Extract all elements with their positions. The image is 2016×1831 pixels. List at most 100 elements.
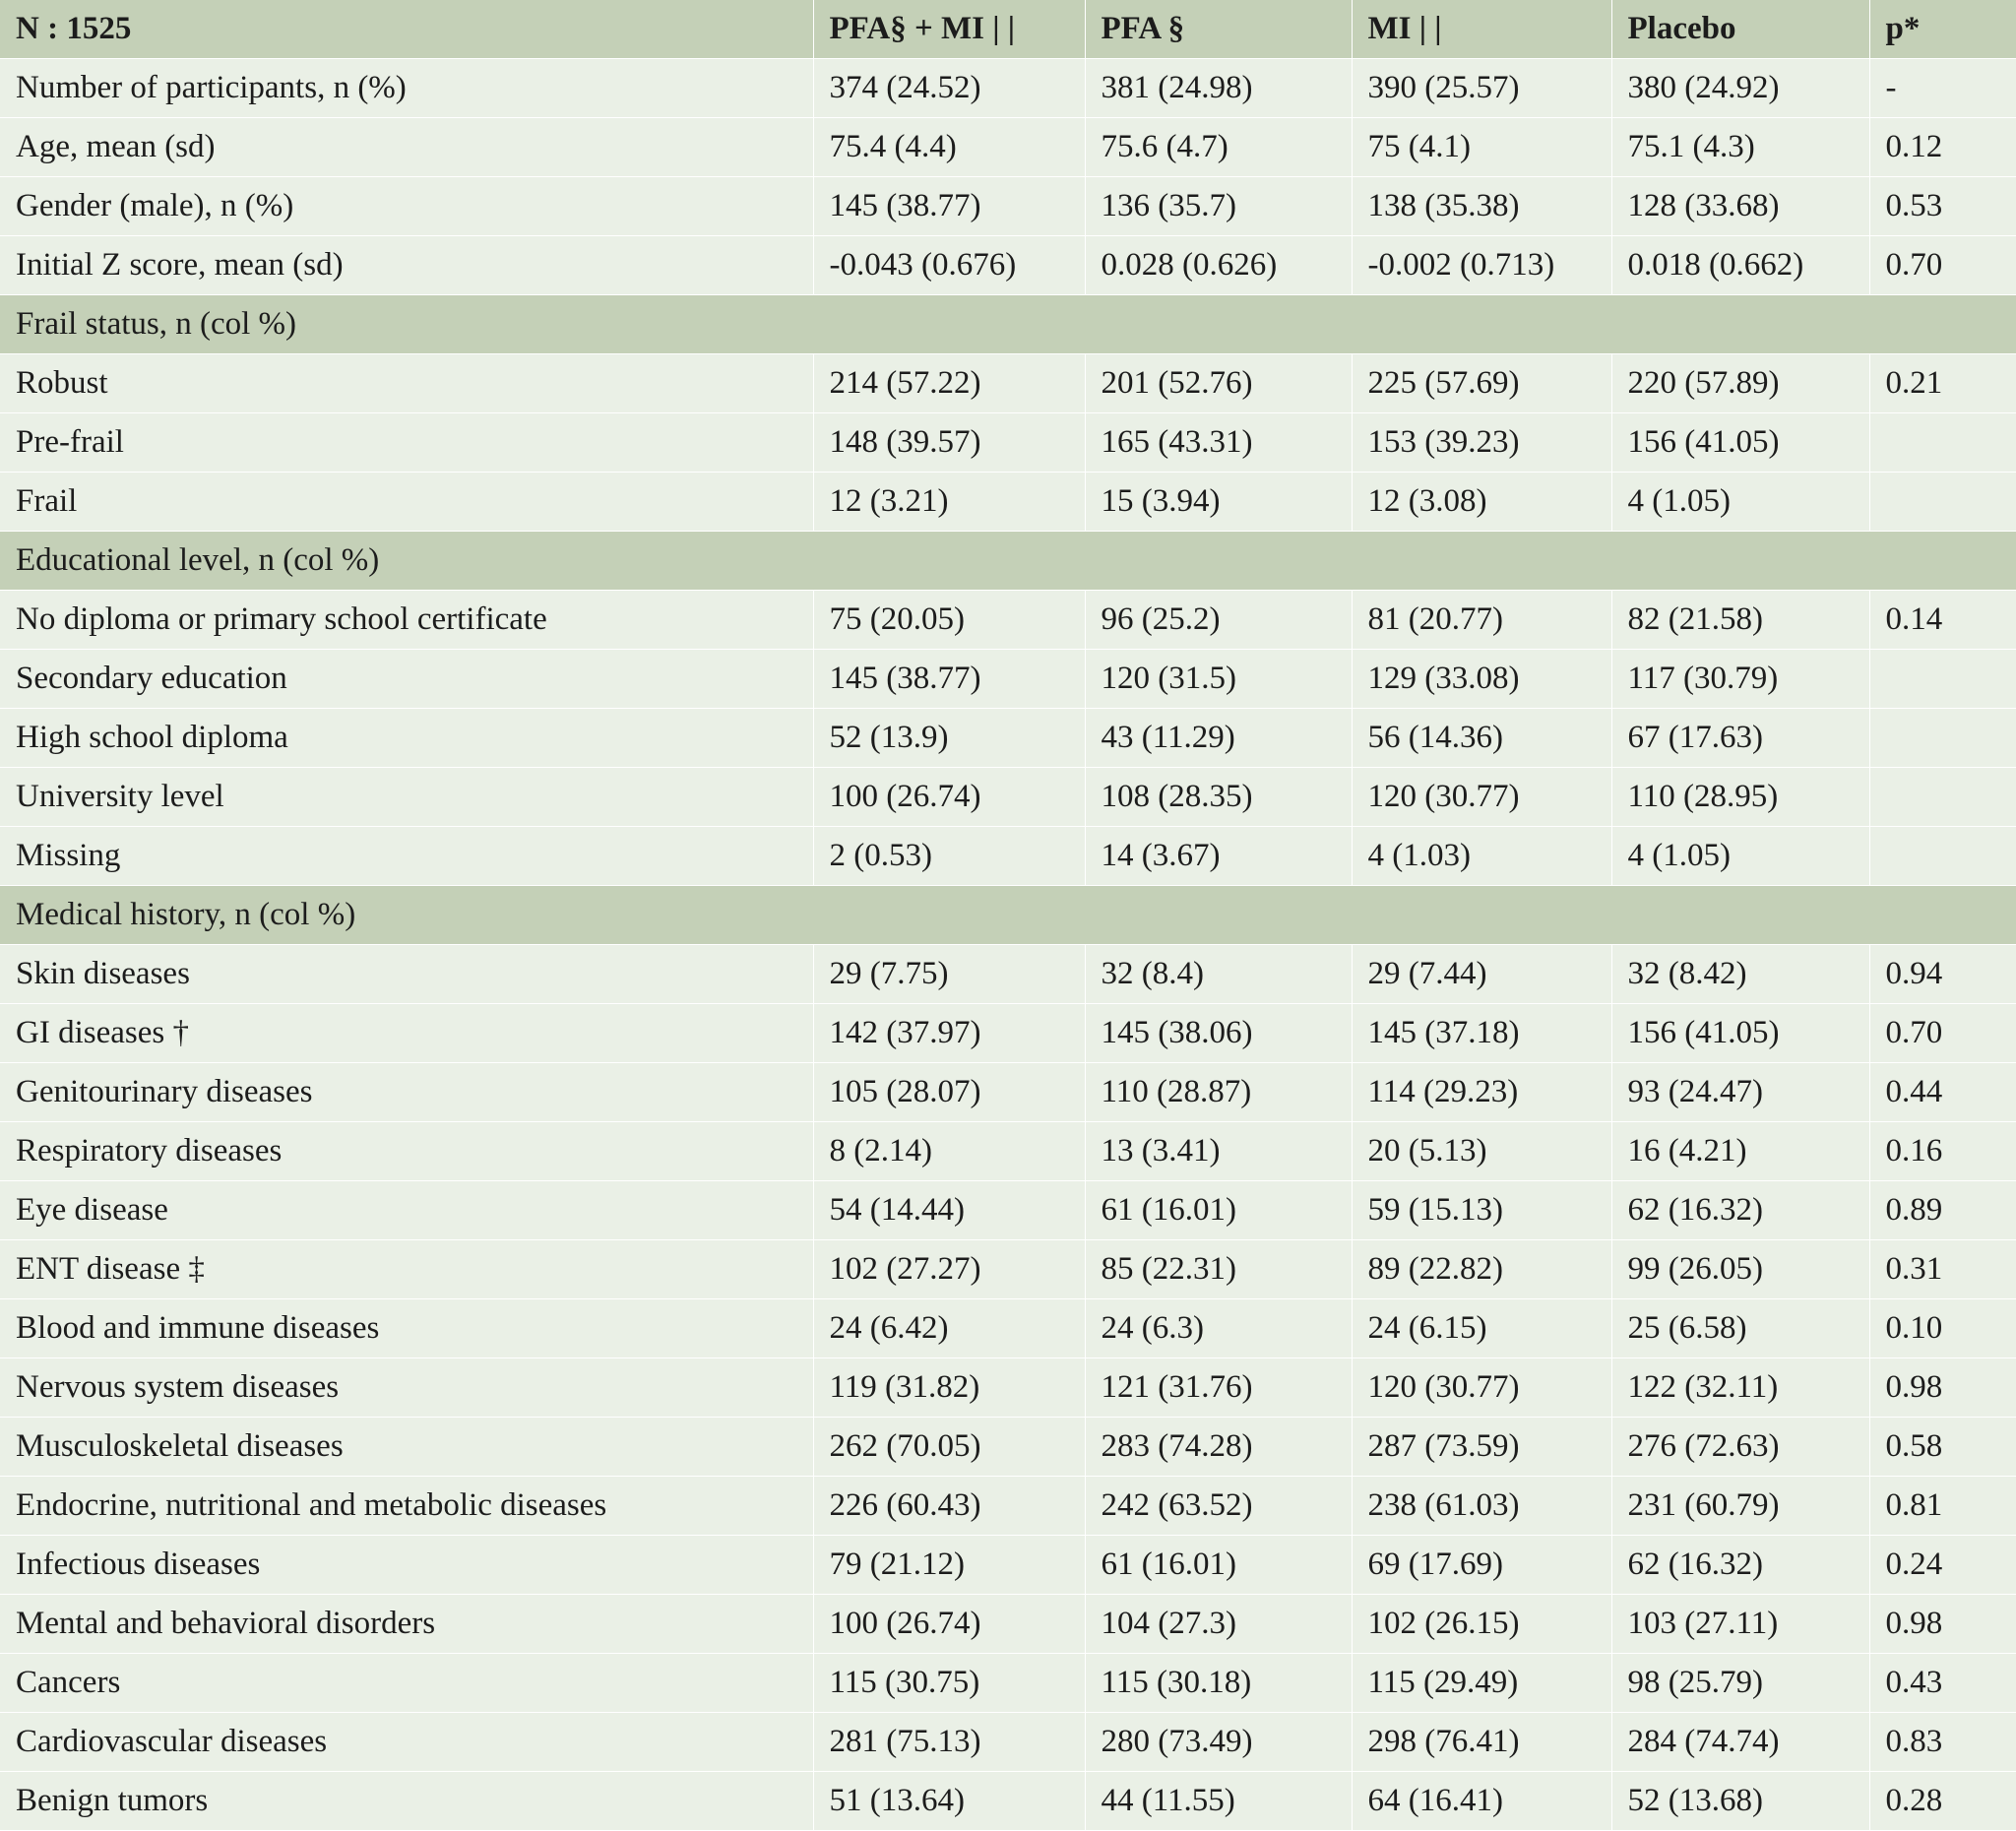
table-row: Musculoskeletal diseases 262 (70.05) 283 (… — [0, 1417, 2016, 1477]
table-row: Cardiovascular diseases 281 (75.13) 280 (7… — [0, 1712, 2016, 1772]
table-cell: 283 (74.28) — [1085, 1417, 1353, 1477]
table-cell: 156 (41.05) — [1611, 412, 1870, 473]
table-cell: 0.31 — [1869, 1239, 2016, 1299]
table-row: Mental and behavioral disorders 100 (26.7… — [0, 1594, 2016, 1654]
table-cell: 0.98 — [1869, 1357, 2016, 1418]
table-cell: 32 (8.42) — [1611, 944, 1870, 1004]
table-cell: 29 (7.44) — [1352, 944, 1612, 1004]
table-cell: 81 (20.77) — [1352, 590, 1612, 650]
table-cell: 24 (6.15) — [1352, 1298, 1612, 1358]
table-cell — [1869, 708, 2016, 768]
table-cell: 201 (52.76) — [1085, 353, 1353, 413]
table-row: Age, mean (sd) 75.4 (4.4) 75.6 (4.7) 75 (4.… — [0, 117, 2016, 177]
table-cell: 390 (25.57) — [1352, 58, 1612, 118]
table-cell: 93 (24.47) — [1611, 1062, 1870, 1122]
table-row: Benign tumors 51 (13.64) 44 (11.55) 64 (16.… — [0, 1771, 2016, 1831]
section-label: Educational level, n (col %) — [0, 531, 2016, 591]
table-cell: 12 (3.08) — [1352, 472, 1612, 532]
table-cell: 79 (21.12) — [813, 1535, 1086, 1595]
table-cell: 44 (11.55) — [1085, 1771, 1353, 1831]
table-cell: 0.14 — [1869, 590, 2016, 650]
table-cell: 20 (5.13) — [1352, 1121, 1612, 1181]
table-row: Secondary education 145 (38.77) 120 (31.5)… — [0, 649, 2016, 709]
table-cell: 108 (28.35) — [1085, 767, 1353, 827]
row-label-cell: Benign tumors — [0, 1771, 814, 1831]
table-cell: 96 (25.2) — [1085, 590, 1353, 650]
table-cell: 82 (21.58) — [1611, 590, 1870, 650]
table-cell: 0.53 — [1869, 176, 2016, 236]
table-cell — [1869, 649, 2016, 709]
table-cell: 145 (38.06) — [1085, 1003, 1353, 1063]
table-cell: 0.89 — [1869, 1180, 2016, 1240]
table-cell: 142 (37.97) — [813, 1003, 1086, 1063]
table-cell: 13 (3.41) — [1085, 1121, 1353, 1181]
table-cell: 115 (29.49) — [1352, 1653, 1612, 1713]
table-row: Nervous system diseases 119 (31.82) 121 (3… — [0, 1357, 2016, 1418]
table-row: No diploma or primary school certificate… — [0, 590, 2016, 650]
table-cell: 61 (16.01) — [1085, 1180, 1353, 1240]
row-label-cell: No diploma or primary school certificate — [0, 590, 814, 650]
table-cell — [1869, 412, 2016, 473]
table-cell: 120 (30.77) — [1352, 1357, 1612, 1418]
header-cell: PFA § — [1085, 0, 1353, 59]
row-label-cell: ENT disease ‡ — [0, 1239, 814, 1299]
table-row: Infectious diseases 79 (21.12) 61 (16.01) 6… — [0, 1535, 2016, 1595]
table-cell: 102 (26.15) — [1352, 1594, 1612, 1654]
table-cell: 85 (22.31) — [1085, 1239, 1353, 1299]
row-label-cell: Nervous system diseases — [0, 1357, 814, 1418]
table-cell: 231 (60.79) — [1611, 1476, 1870, 1536]
table-cell: 145 (37.18) — [1352, 1003, 1612, 1063]
table-row: Blood and immune diseases 24 (6.42) 24 (6.… — [0, 1298, 2016, 1358]
header-cell: p* — [1869, 0, 2016, 59]
table-row: University level 100 (26.74) 108 (28.35) 12… — [0, 767, 2016, 827]
table-cell: 114 (29.23) — [1352, 1062, 1612, 1122]
table-cell: 0.81 — [1869, 1476, 2016, 1536]
table-cell: 16 (4.21) — [1611, 1121, 1870, 1181]
header-cell: Placebo — [1611, 0, 1870, 59]
table-row: Eye disease 54 (14.44) 61 (16.01) 59 (15.13… — [0, 1180, 2016, 1240]
table-cell: 138 (35.38) — [1352, 176, 1612, 236]
table-cell: 117 (30.79) — [1611, 649, 1870, 709]
table-cell: -0.043 (0.676) — [813, 235, 1086, 295]
table-cell: 62 (16.32) — [1611, 1180, 1870, 1240]
table-row: Pre-frail 148 (39.57) 165 (43.31) 153 (39.2… — [0, 412, 2016, 473]
table-cell: 0.28 — [1869, 1771, 2016, 1831]
row-label-cell: Respiratory diseases — [0, 1121, 814, 1181]
table-row: Cancers 115 (30.75) 115 (30.18) 115 (29.49)… — [0, 1653, 2016, 1713]
row-label-cell: Missing — [0, 826, 814, 886]
table-cell: 0.58 — [1869, 1417, 2016, 1477]
table-cell: 281 (75.13) — [813, 1712, 1086, 1772]
table-cell: 238 (61.03) — [1352, 1476, 1612, 1536]
table-cell: 0.028 (0.626) — [1085, 235, 1353, 295]
table-cell: 287 (73.59) — [1352, 1417, 1612, 1477]
table-cell: 381 (24.98) — [1085, 58, 1353, 118]
table-cell: 129 (33.08) — [1352, 649, 1612, 709]
table-row: Number of participants, n (%) 374 (24.52)… — [0, 58, 2016, 118]
table-cell: 0.94 — [1869, 944, 2016, 1004]
table-cell — [1869, 826, 2016, 886]
table-cell: 276 (72.63) — [1611, 1417, 1870, 1477]
table-cell: 298 (76.41) — [1352, 1712, 1612, 1772]
table-cell: 136 (35.7) — [1085, 176, 1353, 236]
table-row: GI diseases † 142 (37.97) 145 (38.06) 145 (… — [0, 1003, 2016, 1063]
baseline-characteristics-table: N : 1525 PFA§ + MI | | PFA § MI | | Plac… — [0, 0, 2016, 1831]
table-cell: 100 (26.74) — [813, 767, 1086, 827]
table-cell: 0.21 — [1869, 353, 2016, 413]
table-cell: 145 (38.77) — [813, 649, 1086, 709]
table-row: Robust 214 (57.22) 201 (52.76) 225 (57.69) 2… — [0, 353, 2016, 413]
table-cell: 75.1 (4.3) — [1611, 117, 1870, 177]
table-cell — [1869, 472, 2016, 532]
row-label-cell: Mental and behavioral disorders — [0, 1594, 814, 1654]
table-cell: 62 (16.32) — [1611, 1535, 1870, 1595]
row-label-cell: Age, mean (sd) — [0, 117, 814, 177]
table-cell: 374 (24.52) — [813, 58, 1086, 118]
table-cell: 119 (31.82) — [813, 1357, 1086, 1418]
row-label-cell: Cardiovascular diseases — [0, 1712, 814, 1772]
table-cell: 61 (16.01) — [1085, 1535, 1353, 1595]
table-cell: 98 (25.79) — [1611, 1653, 1870, 1713]
table-cell: 226 (60.43) — [813, 1476, 1086, 1536]
header-cell: MI | | — [1352, 0, 1612, 59]
table-cell: 8 (2.14) — [813, 1121, 1086, 1181]
section-label: Frail status, n (col %) — [0, 294, 2016, 354]
table-cell: 165 (43.31) — [1085, 412, 1353, 473]
